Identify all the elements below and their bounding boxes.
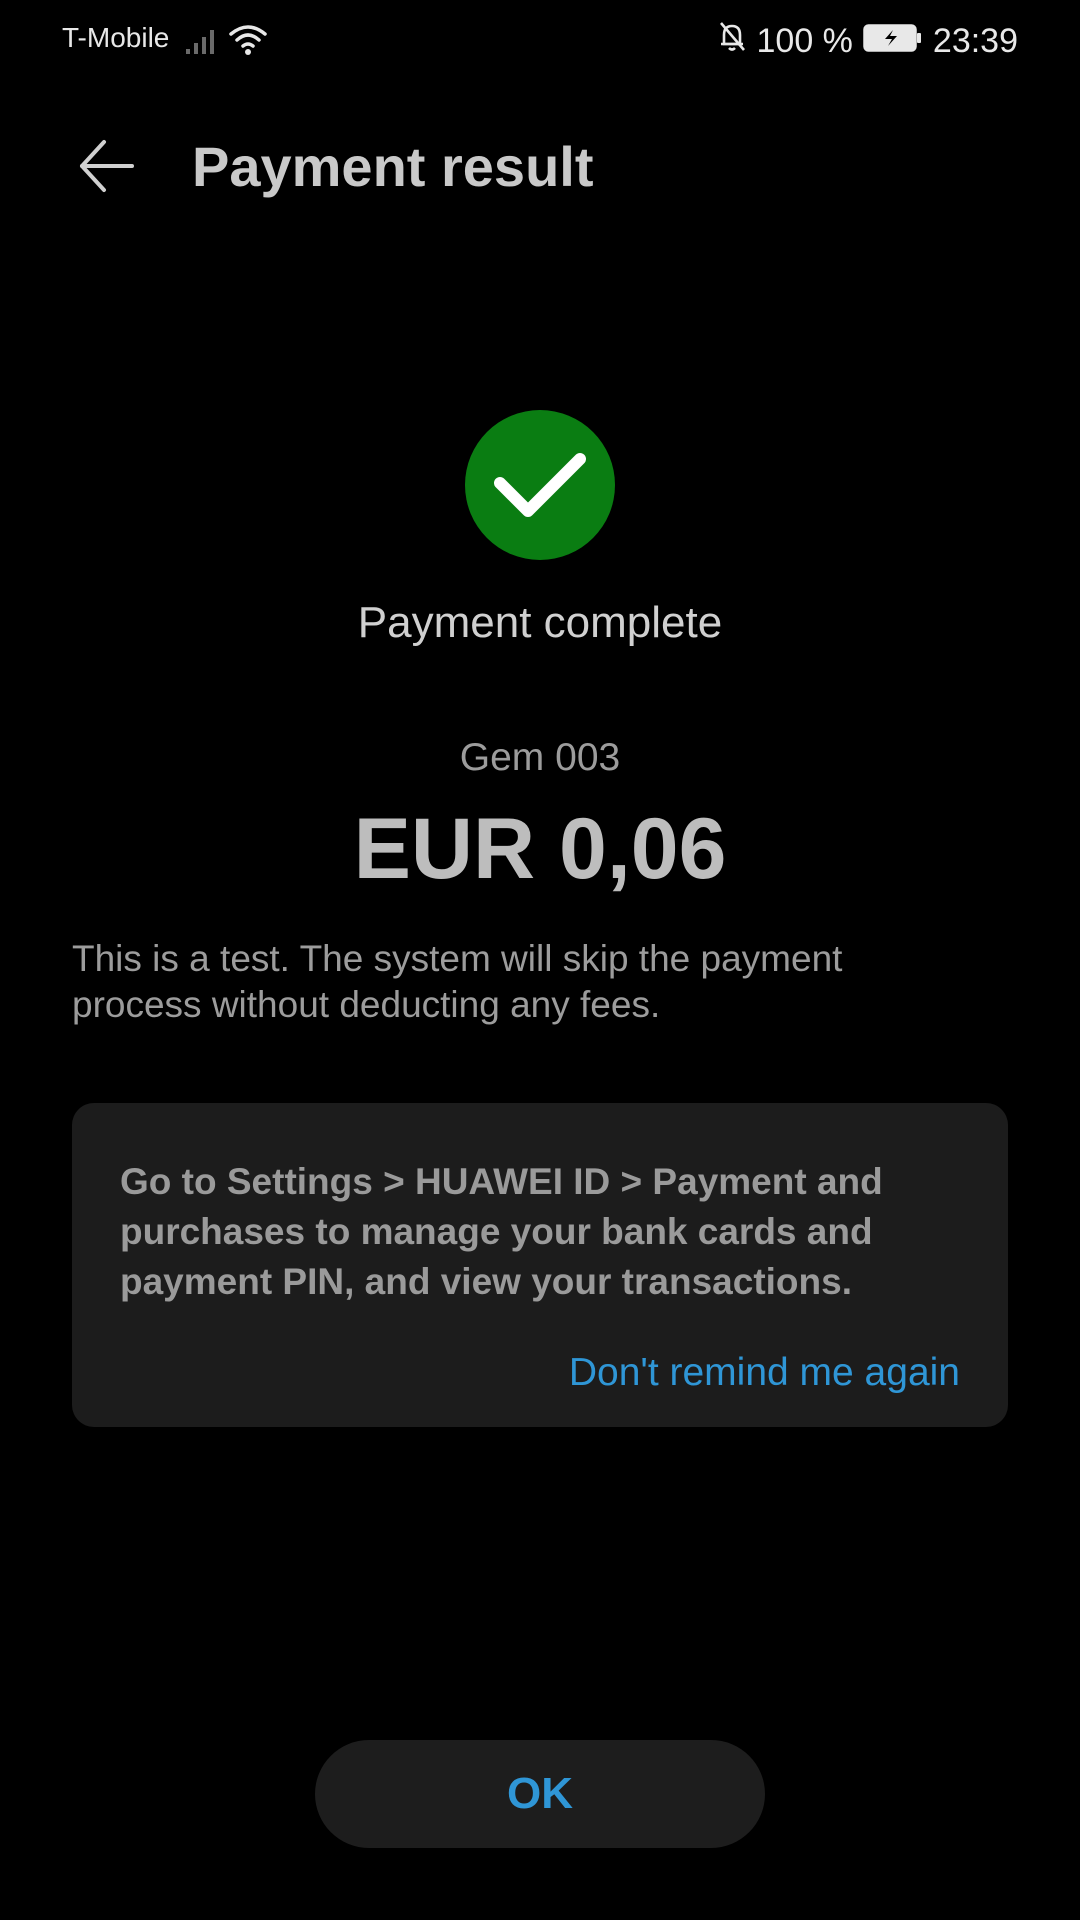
payment-status-text: Payment complete (357, 598, 723, 647)
success-badge (465, 410, 615, 560)
status-right-group: 100 % 23:39 (717, 18, 1018, 64)
test-notice: This is a test. The system will skip the… (72, 938, 843, 1025)
payment-amount: EUR 0,06 (353, 801, 727, 897)
bell-off-icon (717, 20, 747, 63)
product-name: Gem 003 (459, 736, 621, 779)
carrier-name: T-Mobile (62, 22, 170, 53)
page-title: Payment result (192, 135, 594, 198)
battery-charging-icon (863, 22, 923, 61)
signal-icon (186, 26, 220, 61)
battery-percent: 100 % (756, 21, 853, 60)
dont-remind-link[interactable]: Don't remind me again (569, 1351, 960, 1395)
tip-card: Go to Settings > HUAWEI ID > Payment and… (72, 1103, 1008, 1427)
wifi-icon (228, 22, 268, 61)
status-bar: T-Mobile 100 % 23:39 (0, 0, 1080, 84)
clock: 23:39 (932, 21, 1018, 60)
arrow-left-icon (80, 140, 134, 192)
tip-text: Go to Settings > HUAWEI ID > Payment and… (120, 1161, 883, 1302)
back-button[interactable] (56, 120, 156, 212)
ok-button[interactable]: OK (315, 1740, 765, 1848)
checkmark-icon (494, 453, 586, 517)
